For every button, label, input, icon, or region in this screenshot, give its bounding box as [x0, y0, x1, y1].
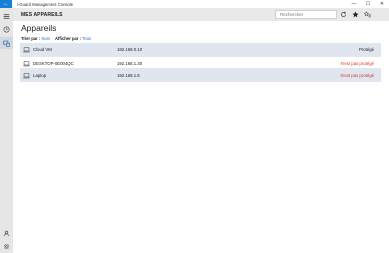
star-list-icon [364, 11, 371, 18]
sort-label: Trier par : [21, 36, 41, 41]
sidebar-item-settings[interactable] [0, 240, 13, 252]
laptop-icon [23, 47, 30, 52]
device-list: Cloud VM 192.168.0.10 Protégé DESKTOP-0E… [20, 43, 381, 82]
gear-icon [3, 243, 10, 249]
device-status: N'est pas protégé [340, 73, 374, 78]
device-row-desktop[interactable]: DESKTOP-0E004QC 192.168.1.30 N'est pas p… [20, 56, 381, 69]
laptop-icon [23, 73, 30, 78]
refresh-icon [341, 11, 347, 17]
sidebar-item-account[interactable] [0, 227, 13, 239]
app-title: i-Guard Management Console [17, 1, 74, 7]
favorites-list-button[interactable] [363, 10, 372, 19]
device-status: Protégé [358, 47, 374, 52]
title-bar: ← i-Guard Management Console — ☐ ✕ [0, 0, 389, 8]
clock-icon [3, 26, 10, 32]
hamburger-icon [3, 13, 10, 19]
device-ip: 192.168.0.10 [117, 47, 143, 52]
page-title: Appareils [21, 23, 57, 33]
back-arrow-icon: ← [3, 1, 9, 7]
sidebar-item-devices[interactable] [0, 37, 13, 49]
star-icon [352, 11, 359, 18]
sidebar-item-history[interactable] [0, 23, 13, 35]
device-row-cloud-vm[interactable]: Cloud VM 192.168.0.10 Protégé [20, 43, 381, 56]
laptop-icon [23, 61, 30, 66]
maximize-button[interactable]: ☐ [361, 0, 375, 8]
main-content: Appareils Trier par : Nom Afficher par :… [13, 21, 389, 253]
filter-bar: Trier par : Nom Afficher par : Tous [21, 36, 91, 41]
device-name: Cloud VM [33, 47, 52, 52]
devices-icon [3, 40, 10, 47]
search-input[interactable] [275, 10, 337, 19]
header-title: MES APPAREILS [21, 11, 63, 18]
device-name: Laptop [33, 73, 47, 78]
device-status: N'est pas protégé [340, 61, 374, 66]
close-button[interactable]: ✕ [375, 0, 389, 8]
device-row-laptop[interactable]: Laptop 192.168.1.8 N'est pas protégé [20, 69, 381, 82]
device-ip: 192.168.1.8 [117, 73, 140, 78]
device-ip: 192.168.1.30 [117, 61, 143, 66]
display-filter-select[interactable]: Tous [82, 36, 91, 41]
minimize-button[interactable]: — [347, 0, 361, 8]
favorites-button[interactable] [351, 10, 360, 19]
display-label: Afficher par : [55, 36, 82, 41]
sidebar [0, 8, 13, 253]
back-button[interactable]: ← [0, 0, 12, 8]
page-header: MES APPAREILS [13, 8, 389, 21]
window-controls: — ☐ ✕ [347, 0, 389, 8]
sidebar-menu-toggle[interactable] [0, 10, 13, 22]
user-icon [3, 230, 10, 236]
refresh-button[interactable] [339, 10, 348, 19]
device-name: DESKTOP-0E004QC [33, 61, 74, 66]
sort-select[interactable]: Nom [42, 36, 51, 41]
